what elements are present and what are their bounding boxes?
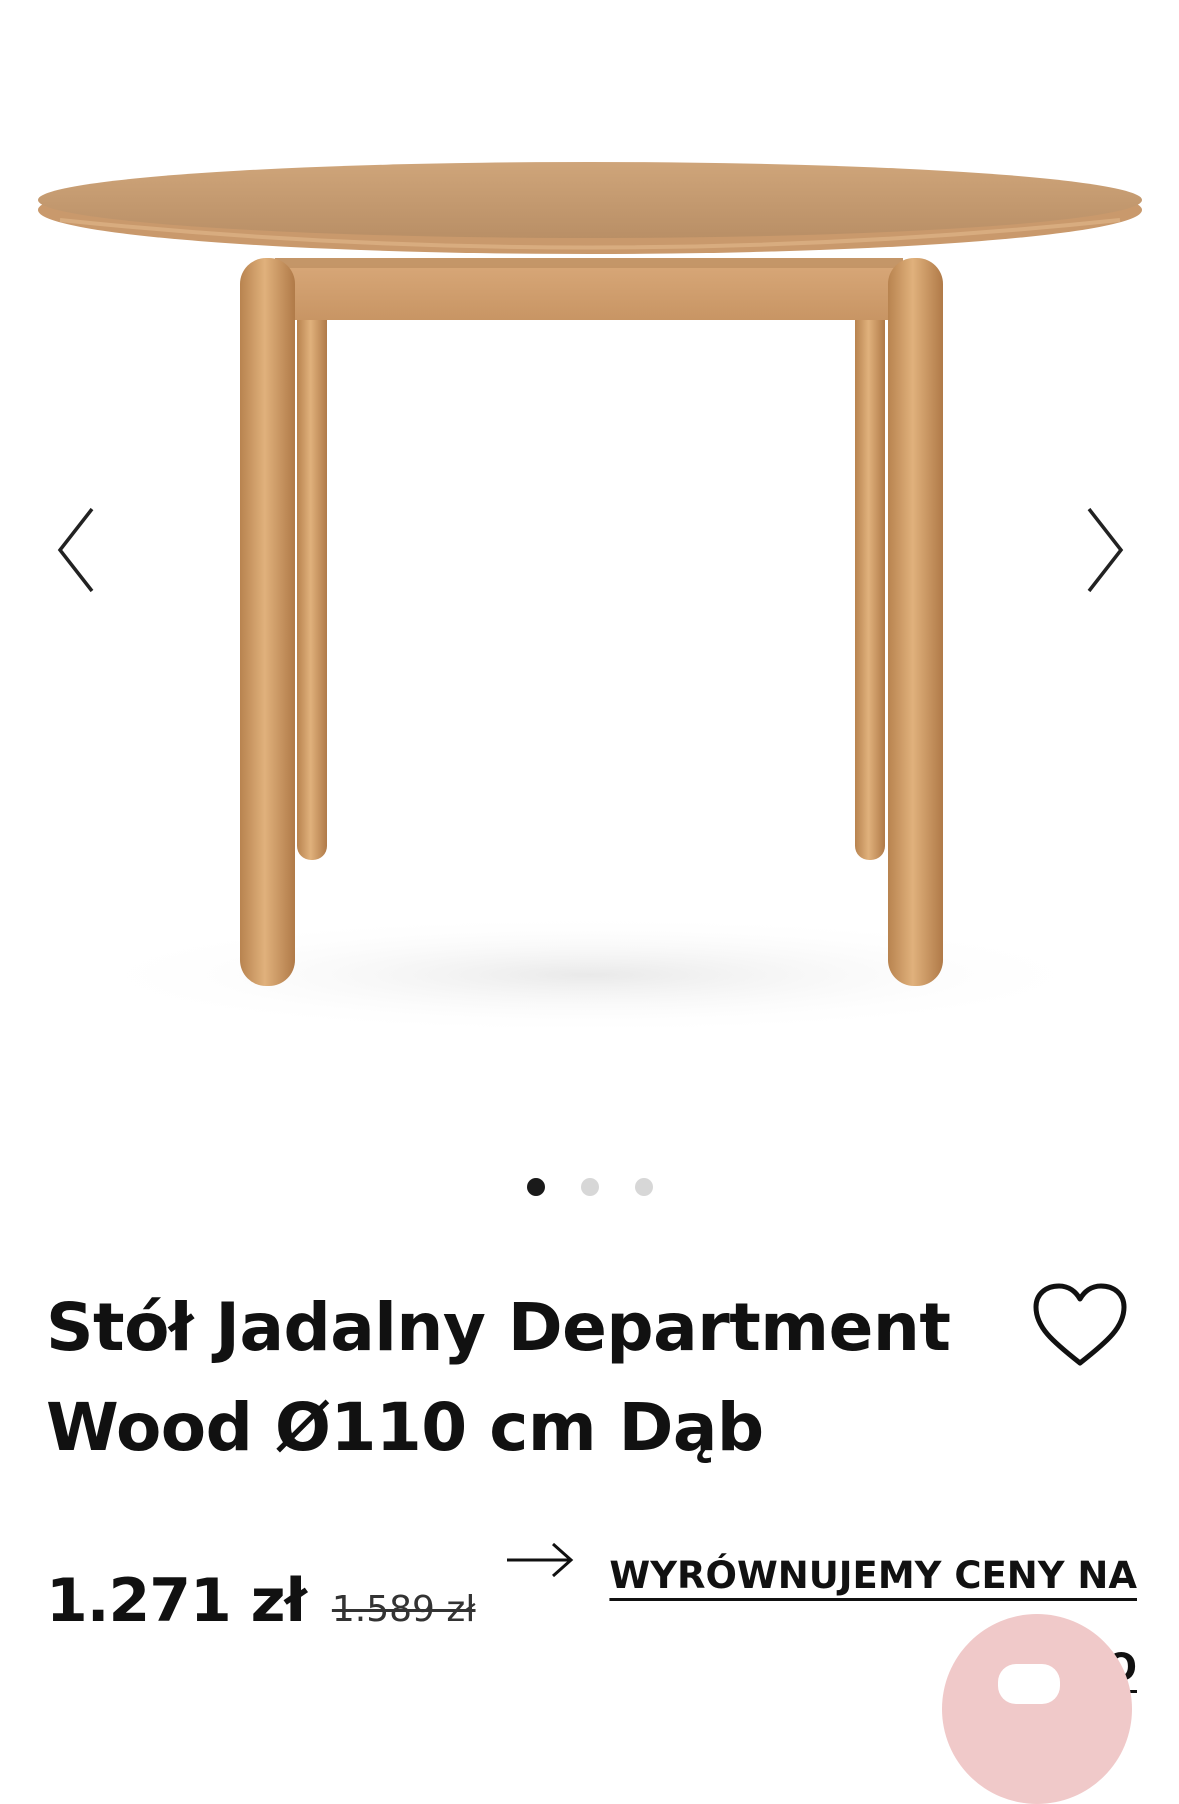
gallery-next-button[interactable] bbox=[1075, 500, 1135, 600]
chevron-left-icon bbox=[57, 507, 94, 593]
price-block: 1.271 zł 1.589 zł bbox=[46, 1566, 476, 1636]
heart-icon bbox=[1033, 1283, 1127, 1366]
product-gallery[interactable] bbox=[0, 0, 1179, 1140]
product-title: Stół Jadalny Department Wood Ø110 cm Dąb bbox=[46, 1278, 1006, 1478]
chat-icon bbox=[998, 1664, 1060, 1704]
chat-button[interactable] bbox=[942, 1614, 1132, 1804]
price-current: 1.271 zł bbox=[46, 1566, 307, 1636]
product-title-line1: Stół Jadalny Department bbox=[46, 1289, 951, 1366]
gallery-pagination bbox=[0, 1178, 1179, 1196]
chevron-right-icon bbox=[1087, 507, 1124, 593]
price-old: 1.589 zł bbox=[331, 1589, 476, 1630]
gallery-dot-1[interactable] bbox=[526, 1178, 545, 1196]
product-image bbox=[38, 162, 1142, 1035]
gallery-prev-button[interactable] bbox=[46, 500, 106, 600]
wishlist-button[interactable] bbox=[1032, 1283, 1128, 1369]
product-title-line2: Wood Ø110 cm Dąb bbox=[46, 1389, 764, 1466]
gallery-dot-2[interactable] bbox=[580, 1178, 599, 1196]
gallery-dot-3[interactable] bbox=[634, 1178, 653, 1196]
arrow-right-icon bbox=[507, 1542, 574, 1578]
